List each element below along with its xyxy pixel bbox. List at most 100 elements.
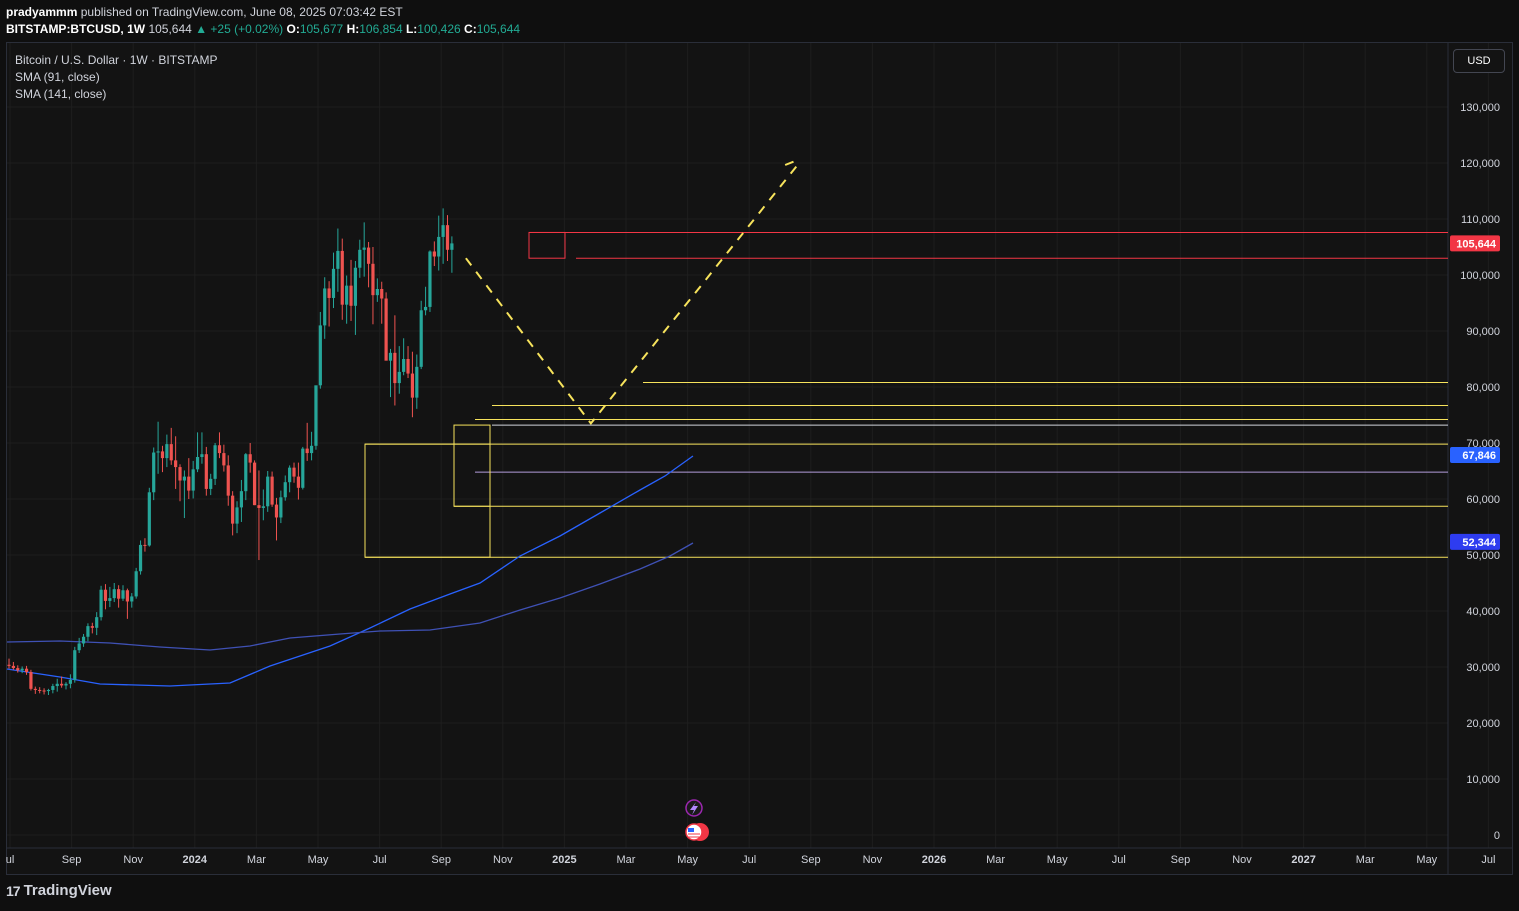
candle-body — [445, 225, 450, 250]
lightning-event-icon[interactable] — [685, 799, 703, 817]
candle-body — [29, 672, 33, 689]
candle-body — [195, 457, 200, 470]
candle-body — [402, 359, 406, 372]
candle-body — [178, 467, 182, 481]
candle-body — [244, 454, 248, 492]
candle-body — [156, 451, 160, 453]
legend-sma-141[interactable]: SMA (141, close) — [15, 86, 217, 103]
candle-body — [362, 247, 366, 250]
x-tick-label: Nov — [1232, 854, 1252, 866]
candle-body — [130, 596, 134, 602]
candle-body — [160, 451, 165, 459]
y-tick-label: 60,000 — [1466, 494, 1500, 506]
candle-body — [318, 325, 322, 386]
candle-body — [46, 689, 51, 692]
candle-body — [112, 589, 116, 599]
candle-body — [121, 590, 125, 599]
horizontal-levels — [365, 231, 1448, 558]
candle-body — [252, 462, 257, 506]
y-tick-label: 50,000 — [1466, 550, 1500, 562]
legend-sma-91[interactable]: SMA (91, close) — [15, 69, 217, 86]
x-tick-label: May — [677, 854, 698, 866]
x-tick-label: Jul — [373, 854, 387, 866]
x-tick-label: 2025 — [552, 854, 576, 866]
candle-body — [16, 668, 20, 671]
candle-body — [134, 571, 138, 597]
y-tick-label: 30,000 — [1466, 662, 1500, 674]
x-tick-label: Mar — [617, 854, 636, 866]
price-chart[interactable]: 130,000 120,000 110,000 100,000 90,000 80,000… — [0, 0, 1519, 911]
candle-body — [261, 506, 265, 508]
candle-body — [222, 453, 226, 466]
price-label-text: 67,846 — [1462, 450, 1496, 462]
candle-body — [117, 589, 121, 599]
candle-body — [358, 249, 362, 268]
candle-body — [24, 668, 29, 673]
candle-body — [204, 454, 208, 489]
candle-body — [397, 371, 401, 384]
candle-body — [77, 643, 81, 651]
x-tick-label: ul — [6, 854, 15, 866]
candle-body — [410, 373, 415, 398]
candle-body — [209, 478, 213, 489]
x-tick-label: Sep — [431, 854, 451, 866]
candle-body — [231, 495, 235, 524]
candle-body — [174, 460, 178, 468]
candle-body — [393, 352, 397, 384]
x-tick-label: Jul — [742, 854, 756, 866]
candle-body — [384, 298, 388, 361]
x-tick-label: Nov — [123, 854, 143, 866]
legend-title[interactable]: Bitcoin / U.S. Dollar · 1W · BITSTAMP — [15, 52, 217, 69]
candle-body — [292, 467, 296, 477]
candle-body — [7, 664, 11, 666]
candle-body — [288, 467, 292, 483]
x-tick-label: Mar — [986, 854, 1005, 866]
y-tick-label: 130,000 — [1460, 102, 1500, 114]
candle-body — [125, 590, 129, 602]
price-label-text: 105,644 — [1456, 238, 1497, 250]
candle-body — [274, 504, 279, 518]
y-tick-label: 0 — [1494, 830, 1500, 842]
candle-body — [423, 306, 428, 311]
chart-legend: Bitcoin / U.S. Dollar · 1W · BITSTAMP SM… — [15, 52, 217, 103]
candle-body — [217, 445, 222, 454]
sma-91-line — [6, 455, 694, 687]
candle-body — [428, 251, 432, 307]
candle-body — [309, 445, 314, 454]
candle-body — [257, 505, 261, 508]
x-tick-label: May — [308, 854, 329, 866]
candle-body — [200, 454, 204, 457]
tradingview-logo-icon: 17 — [6, 882, 21, 899]
x-tick-label: May — [1047, 854, 1068, 866]
y-tick-label: 10,000 — [1466, 774, 1500, 786]
time-axis: ul Sep Nov 2024 Mar May Jul Sep Nov 2025 Mar May Jul… — [6, 854, 1496, 866]
candle-body — [138, 544, 143, 572]
price-label-text: 52,344 — [1462, 537, 1497, 549]
candle-body — [81, 636, 86, 644]
tradingview-logo[interactable]: 17 TradingView — [6, 882, 112, 899]
y-tick-label: 90,000 — [1466, 326, 1500, 338]
y-tick-label: 110,000 — [1461, 214, 1500, 226]
candle-body — [353, 267, 358, 306]
candle-body — [366, 247, 371, 264]
candle-body — [327, 288, 331, 298]
us-flag-event-icon[interactable] — [685, 823, 709, 841]
candle-body — [441, 225, 445, 237]
candle-body — [55, 683, 59, 687]
currency-button[interactable]: USD — [1453, 49, 1505, 73]
candle-body — [301, 448, 305, 488]
candle-body — [20, 668, 24, 671]
candle-body — [305, 448, 309, 454]
candle-body — [64, 683, 68, 686]
candle-body — [450, 243, 454, 250]
moving-averages — [6, 455, 694, 687]
candle-body — [165, 444, 169, 459]
x-tick-label: Jul — [1481, 854, 1495, 866]
candle-body — [419, 310, 423, 367]
x-tick-label: 2026 — [922, 854, 946, 866]
grid-lines — [7, 43, 1512, 874]
candle-body — [108, 598, 112, 601]
candle-body — [283, 482, 287, 498]
candle-body — [349, 285, 353, 306]
demand-zone-box — [453, 424, 491, 507]
